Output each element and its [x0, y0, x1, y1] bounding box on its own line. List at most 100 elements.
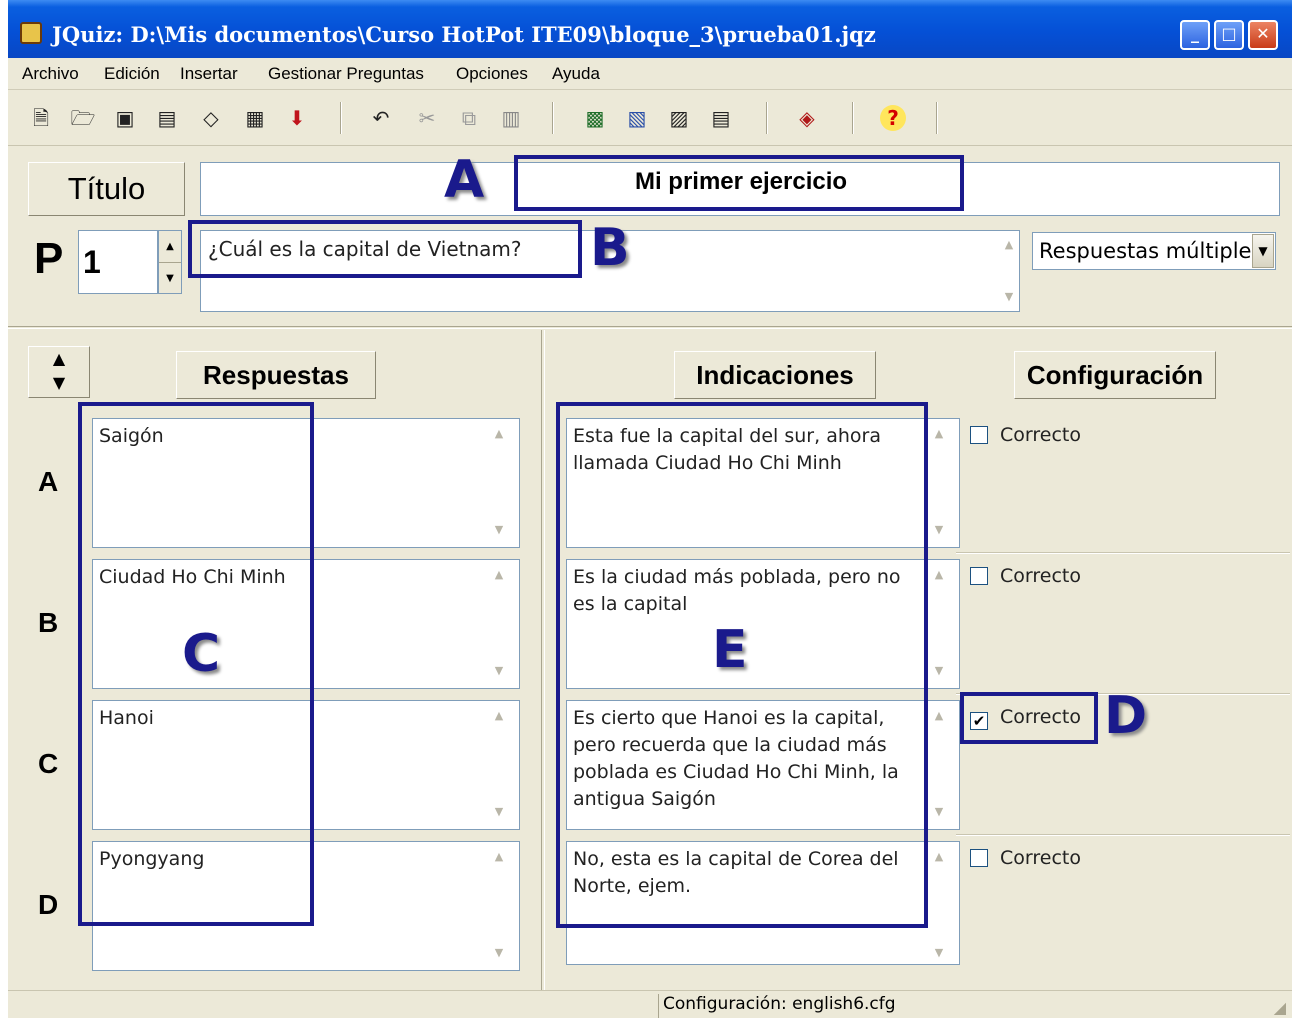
question-label: P: [34, 234, 64, 283]
answers-header-button[interactable]: Respuestas: [176, 351, 376, 399]
chevron-down-icon[interactable]: ▼: [1252, 234, 1274, 268]
scroll-up-icon[interactable]: ▲: [488, 704, 510, 728]
annotation-box-d: [960, 692, 1098, 744]
hint-scrollbar-c[interactable]: ▲ ▼: [928, 704, 950, 824]
menu-gestionar-preguntas[interactable]: Gestionar Preguntas: [268, 64, 424, 84]
save-as-icon[interactable]: ▤: [154, 105, 180, 131]
window-title: JQuiz: D:\Mis documentos\Curso HotPot IT…: [52, 22, 876, 47]
export-drag-icon[interactable]: ▧: [624, 105, 650, 131]
hint-scrollbar-d[interactable]: ▲ ▼: [928, 845, 950, 965]
menu-ayuda[interactable]: Ayuda: [552, 64, 600, 84]
titulo-button[interactable]: Título: [28, 162, 185, 216]
menu-insertar[interactable]: Insertar: [180, 64, 238, 84]
section-divider: [8, 326, 1292, 329]
question-number-field[interactable]: 1: [78, 230, 158, 294]
checkbox-box[interactable]: [970, 849, 988, 867]
scroll-down-icon[interactable]: ▼: [928, 518, 950, 542]
annotation-letter-b: B: [590, 218, 630, 278]
scroll-up-icon[interactable]: ▲: [928, 845, 950, 869]
config-header-button[interactable]: Configuración: [1014, 351, 1216, 399]
scroll-down-icon[interactable]: ▼: [488, 659, 510, 683]
reorder-arrows-button[interactable]: ▲ ▼: [28, 346, 90, 398]
scroll-up-icon[interactable]: ▲: [928, 563, 950, 587]
web-page-icon[interactable]: ▦: [242, 105, 268, 131]
question-type-select[interactable]: Respuestas múltiples: [1032, 232, 1276, 270]
spin-down-icon[interactable]: ▼: [159, 262, 181, 293]
new-file-icon[interactable]: 🗎: [28, 105, 54, 131]
status-config-text: Configuración: english6.cfg: [658, 994, 896, 1018]
column-divider: [541, 330, 545, 990]
undo-icon[interactable]: ↶: [368, 105, 394, 131]
scroll-up-icon[interactable]: ▲: [998, 233, 1020, 257]
toolbar-separator: [936, 102, 938, 134]
answer-scrollbar-b[interactable]: ▲ ▼: [488, 563, 510, 683]
scroll-up-icon[interactable]: ▲: [928, 704, 950, 728]
help-icon[interactable]: ?: [880, 105, 906, 131]
question-scrollbar[interactable]: ▲ ▼: [998, 233, 1020, 309]
scroll-down-icon[interactable]: ▼: [488, 800, 510, 824]
scroll-down-icon[interactable]: ▼: [488, 518, 510, 542]
row-divider: [956, 834, 1290, 836]
scroll-down-icon[interactable]: ▼: [928, 941, 950, 965]
scroll-up-icon[interactable]: ▲: [928, 422, 950, 446]
row-letter-a: A: [38, 466, 59, 497]
scroll-down-icon[interactable]: ▼: [488, 941, 510, 965]
annotation-letter-e: E: [712, 620, 748, 680]
export-print-icon[interactable]: ▤: [708, 105, 734, 131]
scroll-up-icon[interactable]: ▲: [488, 563, 510, 587]
hint-scrollbar-b[interactable]: ▲ ▼: [928, 563, 950, 683]
resize-grip-icon[interactable]: ◢: [1274, 998, 1286, 1017]
correct-label: Correcto: [1000, 847, 1081, 869]
question-number-spinner[interactable]: ▲ ▼: [158, 230, 182, 294]
scroll-up-icon[interactable]: ▲: [488, 422, 510, 446]
annotation-letter-d: D: [1104, 686, 1148, 746]
menu-bar: Archivo Edición Insertar Gestionar Pregu…: [8, 58, 1292, 90]
annotation-box-b: [188, 220, 582, 278]
correct-label: Correcto: [1000, 565, 1081, 587]
jquiz-app-icon[interactable]: [20, 22, 42, 44]
jquiz-window: JQuiz: D:\Mis documentos\Curso HotPot IT…: [8, 0, 1292, 1018]
toolbar-separator: [766, 102, 768, 134]
answer-scrollbar-d[interactable]: ▲ ▼: [488, 845, 510, 965]
correct-checkbox-d[interactable]: Correcto: [970, 847, 1081, 869]
toolbar-separator: [852, 102, 854, 134]
row-letter-b: B: [38, 607, 59, 638]
save-icon[interactable]: ▣: [112, 105, 138, 131]
title-bar[interactable]: JQuiz: D:\Mis documentos\Curso HotPot IT…: [8, 0, 1292, 58]
hint-scrollbar-a[interactable]: ▲ ▼: [928, 422, 950, 542]
menu-opciones[interactable]: Opciones: [456, 64, 528, 84]
status-bar: [8, 990, 1292, 1018]
row-letter-d: D: [38, 889, 59, 920]
eraser-icon[interactable]: ◇: [198, 105, 224, 131]
scroll-down-icon[interactable]: ▼: [998, 285, 1020, 309]
correct-checkbox-b[interactable]: Correcto: [970, 565, 1081, 587]
menu-edicion[interactable]: Edición: [104, 64, 160, 84]
close-button[interactable]: ✕: [1248, 20, 1278, 50]
scroll-up-icon[interactable]: ▲: [488, 845, 510, 869]
correct-checkbox-a[interactable]: Correcto: [970, 424, 1081, 446]
annotation-letter-c: C: [182, 624, 221, 684]
row-letter-c: C: [38, 748, 59, 779]
answer-scrollbar-c[interactable]: ▲ ▼: [488, 704, 510, 824]
config-icon[interactable]: ◈: [794, 105, 820, 131]
toolbar: 🗎 🗁 ▣ ▤ ◇ ▦ ⬇ ↶ ✂ ⧉ ▥ ▩ ▧ ▨ ▤ ◈ ?: [8, 90, 1292, 146]
maximize-button[interactable]: □: [1214, 20, 1244, 50]
checkbox-box[interactable]: [970, 567, 988, 585]
minimize-button[interactable]: _: [1180, 20, 1210, 50]
down-arrow-icon[interactable]: ⬇: [284, 105, 310, 131]
checkbox-box[interactable]: [970, 426, 988, 444]
export-web-icon[interactable]: ▨: [666, 105, 692, 131]
spin-up-icon[interactable]: ▲: [159, 231, 181, 262]
paste-icon[interactable]: ▥: [498, 105, 524, 131]
open-folder-icon[interactable]: 🗁: [70, 105, 96, 131]
scroll-down-icon[interactable]: ▼: [928, 659, 950, 683]
hints-header-button[interactable]: Indicaciones: [674, 351, 876, 399]
answer-scrollbar-a[interactable]: ▲ ▼: [488, 422, 510, 542]
scroll-down-icon[interactable]: ▼: [928, 800, 950, 824]
annotation-letter-a: A: [444, 150, 485, 210]
copy-icon[interactable]: ⧉: [456, 105, 482, 131]
cut-icon[interactable]: ✂: [414, 105, 440, 131]
export-html-icon[interactable]: ▩: [582, 105, 608, 131]
toolbar-separator: [552, 102, 554, 134]
menu-archivo[interactable]: Archivo: [22, 64, 79, 84]
